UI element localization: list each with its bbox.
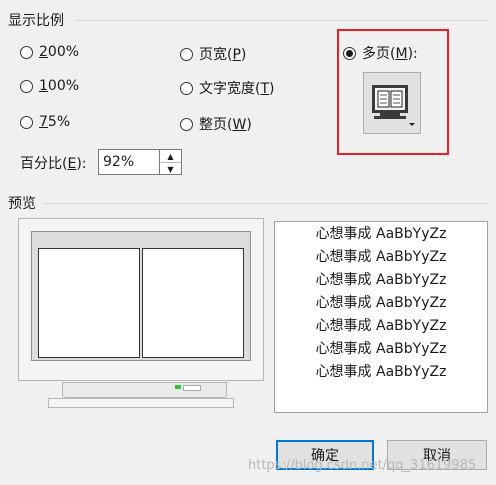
monitor-stand [62, 382, 227, 398]
preview-page-right [142, 248, 244, 358]
percent-input[interactable]: 92% [98, 149, 160, 175]
sample-text-line: 心想事成 AaBbYyZz [315, 249, 447, 265]
radio-100-percent[interactable]: 100% [20, 78, 79, 94]
radio-label: 200% [39, 44, 80, 60]
watermark-text: https://blog.csdn.net/qq_31619985 [248, 458, 477, 473]
radio-circle [20, 79, 33, 93]
preview-page-left [38, 248, 140, 358]
sample-text-line: 心想事成 AaBbYyZz [315, 341, 447, 357]
monitor-pages-icon [372, 85, 415, 126]
monitor-screen [31, 231, 251, 361]
sample-text-line: 心想事成 AaBbYyZz [315, 226, 447, 242]
radio-200-percent[interactable]: 200% [20, 44, 79, 60]
radio-circle [343, 46, 356, 60]
radio-label: 多页(M): [362, 46, 418, 62]
radio-circle [20, 45, 33, 59]
monitor-button-icon [183, 385, 201, 391]
sample-text-line: 心想事成 AaBbYyZz [315, 364, 447, 380]
sample-text-line: 心想事成 AaBbYyZz [315, 318, 447, 334]
radio-whole-page[interactable]: 整页(W) [180, 114, 252, 134]
power-led-icon [175, 385, 181, 389]
radio-circle [180, 47, 193, 61]
spin-up-icon[interactable]: ▲ [160, 150, 181, 163]
radio-many-pages[interactable]: 多页(M): [343, 43, 418, 63]
monitor-base [48, 398, 234, 408]
text-sample-preview: 心想事成 AaBbYyZz 心想事成 AaBbYyZz 心想事成 AaBbYyZ… [274, 221, 488, 413]
preview-group-divider [44, 203, 488, 204]
spin-down-icon[interactable]: ▼ [160, 163, 181, 175]
sample-text-line: 心想事成 AaBbYyZz [315, 272, 447, 288]
radio-label: 整页(W) [199, 117, 252, 133]
radio-label: 文字宽度(T) [199, 81, 275, 97]
radio-circle [180, 81, 193, 95]
radio-page-width[interactable]: 页宽(P) [180, 44, 246, 64]
radio-label: 100% [39, 78, 80, 94]
many-pages-picker-button[interactable] [363, 72, 421, 134]
zoom-group-divider [76, 20, 488, 21]
percent-label: 百分比(E): [20, 156, 87, 172]
radio-75-percent[interactable]: 75% [20, 114, 70, 130]
preview-group-title: 预览 [8, 196, 36, 212]
radio-circle [20, 115, 33, 129]
radio-text-width[interactable]: 文字宽度(T) [180, 78, 275, 98]
preview-monitor [18, 218, 264, 381]
sample-text-line: 心想事成 AaBbYyZz [315, 295, 447, 311]
radio-circle [180, 117, 193, 131]
radio-label: 页宽(P) [199, 47, 247, 63]
radio-label: 75% [39, 114, 71, 130]
percent-spinner[interactable]: ▲ ▼ [160, 149, 182, 175]
zoom-group-title: 显示比例 [8, 13, 64, 29]
